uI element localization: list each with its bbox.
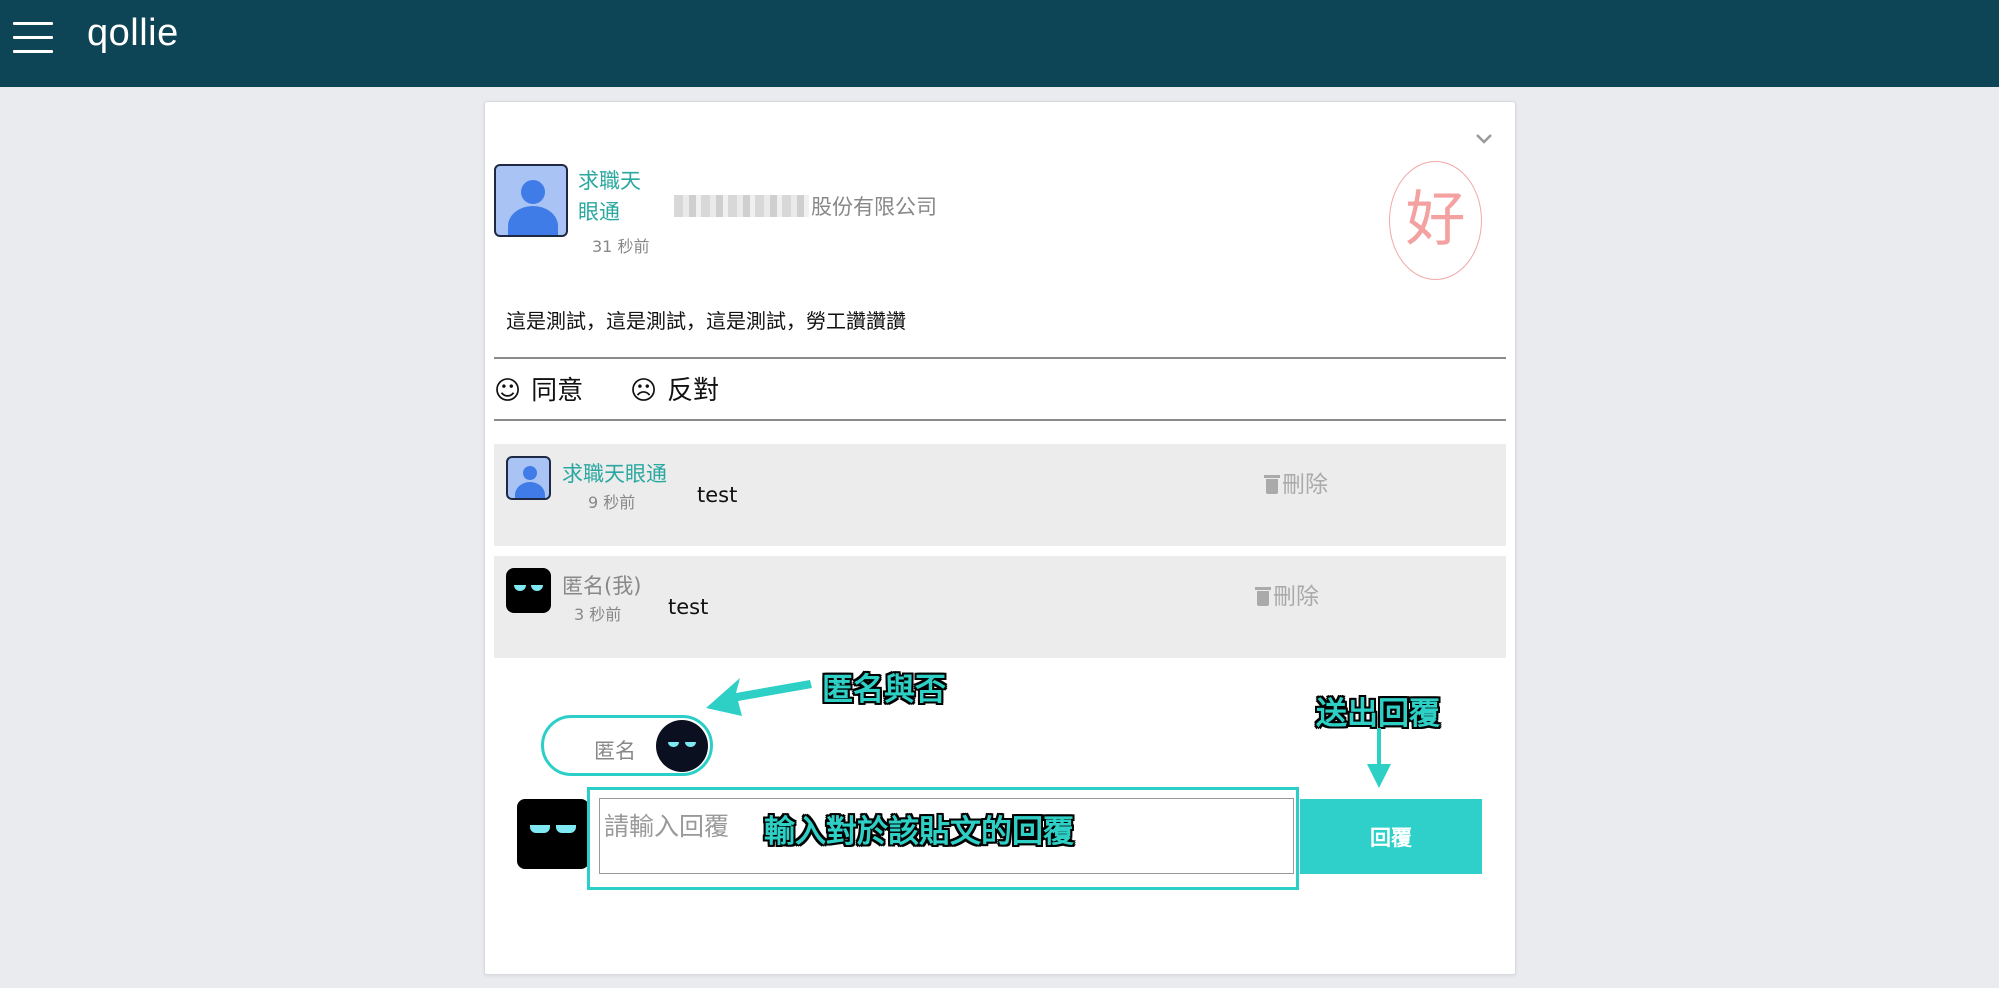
- anonymous-avatar: [506, 568, 551, 613]
- reply-author[interactable]: 求職天眼通: [562, 458, 667, 488]
- chevron-down-icon[interactable]: [1474, 128, 1494, 148]
- reply-text: test: [697, 483, 738, 507]
- reply-item: 求職天眼通 9 秒前 test 刪除: [494, 444, 1506, 546]
- annotation-anonymous: 匿名與否: [822, 672, 946, 708]
- composer-avatar: [517, 799, 589, 869]
- divider: [494, 357, 1506, 359]
- app-logo[interactable]: qollie: [87, 12, 179, 55]
- company-name[interactable]: 股份有限公司: [674, 191, 937, 221]
- anonymous-toggle-label: 匿名: [594, 739, 636, 763]
- agree-button[interactable]: ☺ 同意: [494, 370, 583, 407]
- smile-icon: ☺: [494, 376, 522, 406]
- rating-badge: 好: [1389, 161, 1482, 280]
- reply-author: 匿名(我): [562, 574, 642, 598]
- reply-item: 匿名(我) 3 秒前 test 刪除: [494, 556, 1506, 658]
- annotation-input: 輸入對於該貼文的回覆: [764, 814, 1074, 850]
- top-bar: qollie: [0, 0, 1999, 87]
- reply-text: test: [668, 595, 709, 619]
- poster-name[interactable]: 求職天眼通: [578, 166, 658, 228]
- disagree-button[interactable]: ☹ 反對: [630, 370, 719, 407]
- delete-button[interactable]: 刪除: [1255, 577, 1319, 611]
- trash-icon: [1255, 586, 1271, 606]
- anonymous-knob-icon: [656, 720, 708, 772]
- redacted-company-prefix: [674, 195, 809, 217]
- post-time: 31 秒前: [592, 237, 650, 256]
- arrow-annotation-icon: [1367, 728, 1391, 788]
- submit-reply-button[interactable]: 回覆: [1300, 799, 1482, 874]
- arrow-annotation-icon: [706, 678, 812, 716]
- post-body: 這是測試，這是測試，這是測試，勞工讚讚讚: [506, 309, 906, 333]
- trash-icon: [1264, 474, 1280, 494]
- frown-icon: ☹: [630, 376, 658, 406]
- divider: [494, 419, 1506, 421]
- reply-avatar: [506, 456, 551, 500]
- poster-avatar: [494, 164, 568, 237]
- menu-icon[interactable]: [13, 22, 53, 54]
- reply-time: 3 秒前: [574, 605, 622, 624]
- annotation-submit: 送出回覆: [1316, 696, 1440, 732]
- reply-time: 9 秒前: [588, 493, 636, 512]
- anonymous-toggle[interactable]: 匿名: [541, 715, 713, 776]
- delete-button[interactable]: 刪除: [1264, 465, 1328, 499]
